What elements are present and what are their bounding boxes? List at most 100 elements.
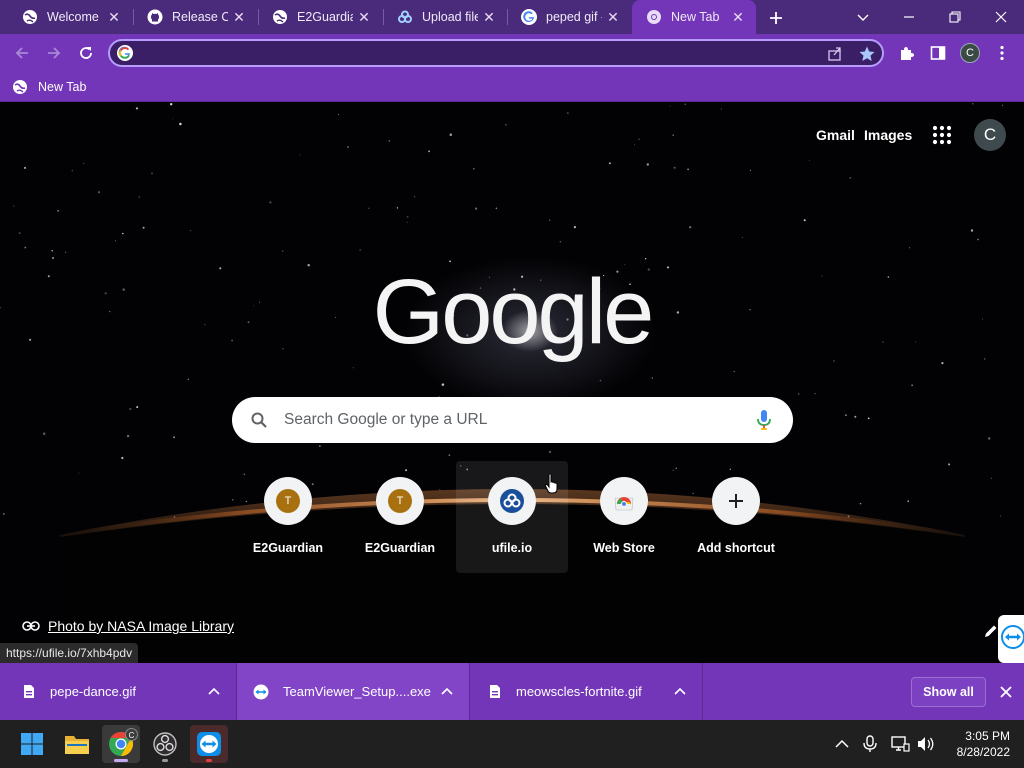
gmail-link[interactable]: Gmail [816, 127, 855, 143]
shortcut-icon-circle: T [376, 477, 424, 525]
download-filename: TeamViewer_Setup....exe [283, 684, 431, 699]
taskbar-obs[interactable] [146, 725, 184, 763]
puzzle-icon [901, 47, 914, 60]
google-apps-button[interactable] [930, 123, 954, 147]
address-bar[interactable] [108, 39, 884, 67]
reload-button[interactable] [71, 38, 101, 68]
bookmark-label: New Tab [38, 80, 87, 94]
microphone-icon[interactable] [860, 734, 880, 754]
reload-icon [80, 47, 92, 59]
shortcut-icon-circle [600, 477, 648, 525]
start-button[interactable] [13, 725, 51, 763]
forward-button[interactable] [39, 38, 69, 68]
download-filename: meowscles-fortnite.gif [516, 684, 642, 699]
tab-welcome[interactable]: Welcome | U ✕ [8, 0, 132, 34]
tab-search-button[interactable] [840, 0, 886, 34]
close-icon[interactable]: ✕ [231, 9, 247, 25]
close-icon[interactable]: ✕ [481, 9, 497, 25]
download-shelf: pepe-dance.gif TeamViewer_Setup....exe m… [0, 663, 1024, 720]
volume-icon[interactable] [916, 734, 936, 754]
side-panel-button[interactable] [923, 38, 953, 68]
plus-icon [729, 494, 743, 508]
tab-peped-gif[interactable]: peped gif - ✕ [507, 0, 631, 34]
taskbar-chrome[interactable]: C [102, 725, 140, 763]
tab-upload-file[interactable]: Upload file ✕ [383, 0, 507, 34]
close-icon[interactable] [996, 682, 1016, 702]
close-icon[interactable]: ✕ [605, 9, 621, 25]
tab-title: Upload file [422, 10, 478, 24]
restore-button[interactable] [932, 0, 978, 34]
running-indicator [162, 759, 168, 762]
side-panel-icon [930, 46, 946, 60]
letter-t-icon: T [388, 489, 412, 513]
back-button[interactable] [7, 38, 37, 68]
shortcut-web-store[interactable]: Web Store [568, 461, 680, 573]
download-item-meowscles[interactable]: meowscles-fortnite.gif [470, 663, 702, 720]
globe-icon [22, 9, 38, 25]
account-avatar[interactable]: C [974, 119, 1006, 151]
teamviewer-icon [1001, 625, 1024, 649]
customize-pencil-icon[interactable] [983, 623, 999, 639]
chevron-up-icon[interactable] [832, 734, 852, 754]
browser-toolbar: C [0, 34, 1024, 72]
shortcut-icon-circle [488, 477, 536, 525]
teamviewer-icon [197, 732, 221, 756]
chevron-up-icon[interactable] [206, 683, 222, 699]
tab-release[interactable]: Release OB ✕ [133, 0, 257, 34]
new-tab-button[interactable] [766, 8, 786, 28]
menu-button[interactable] [987, 38, 1017, 68]
taskbar-teamviewer[interactable] [190, 725, 228, 763]
minimize-icon [904, 16, 914, 18]
shortcut-e2guardian-1[interactable]: T E2Guardian [232, 461, 344, 573]
system-clock[interactable]: 3:05 PM 8/28/2022 [940, 728, 1010, 760]
download-separator [702, 663, 703, 720]
download-item-pepe-dance[interactable]: pepe-dance.gif [0, 663, 236, 720]
bookmark-new-tab[interactable]: New Tab [12, 77, 86, 97]
shortcut-label: Web Store [593, 541, 655, 555]
extensions-button[interactable] [892, 38, 922, 68]
active-indicator [114, 759, 128, 762]
google-icon [521, 9, 537, 25]
search-box[interactable] [232, 397, 793, 443]
hand-cursor-icon [544, 473, 558, 494]
shortcut-icon-circle: T [264, 477, 312, 525]
ufile-icon [500, 489, 524, 513]
address-input[interactable] [140, 44, 800, 62]
close-icon[interactable]: ✕ [106, 9, 122, 25]
network-icon[interactable] [890, 734, 910, 754]
tab-new-tab[interactable]: New Tab ✕ [632, 0, 756, 34]
microphone-icon[interactable] [754, 409, 774, 431]
chevron-up-icon[interactable] [672, 683, 688, 699]
chrome-icon [646, 9, 662, 25]
restore-icon [949, 11, 961, 23]
tab-e2guardian[interactable]: E2Guardian ✕ [258, 0, 382, 34]
shortcut-label: ufile.io [491, 541, 533, 555]
shortcut-label: Add shortcut [697, 541, 775, 555]
images-link[interactable]: Images [864, 127, 912, 143]
close-icon [995, 11, 1007, 23]
download-filename: pepe-dance.gif [50, 684, 137, 699]
chevron-up-icon[interactable] [439, 683, 455, 699]
share-icon[interactable] [826, 45, 844, 63]
show-all-downloads-button[interactable]: Show all [911, 677, 986, 707]
letter-t-icon: T [276, 489, 300, 513]
download-item-teamviewer[interactable]: TeamViewer_Setup....exe [237, 663, 469, 720]
shortcut-e2guardian-2[interactable]: T E2Guardian [344, 461, 456, 573]
close-icon[interactable]: ✕ [730, 9, 746, 25]
bookmark-star-icon[interactable] [858, 45, 876, 63]
shortcut-label: E2Guardian [252, 541, 324, 555]
file-icon [488, 684, 502, 700]
close-icon[interactable]: ✕ [356, 9, 372, 25]
profile-button[interactable]: C [955, 38, 985, 68]
shortcut-add[interactable]: Add shortcut [680, 461, 792, 573]
minimize-button[interactable] [886, 0, 932, 34]
photo-credit-link[interactable]: Photo by NASA Image Library [22, 618, 234, 634]
search-input[interactable] [284, 410, 724, 430]
chrome-profile-badge: C [125, 728, 138, 741]
obs-icon [153, 732, 177, 756]
taskbar-file-explorer[interactable] [58, 725, 96, 763]
search-icon [251, 412, 267, 428]
new-tab-page: Gmail Images C Google T E2Guardian T E2G [0, 103, 1024, 663]
teamviewer-side-panel[interactable] [998, 615, 1024, 663]
close-window-button[interactable] [978, 0, 1024, 34]
